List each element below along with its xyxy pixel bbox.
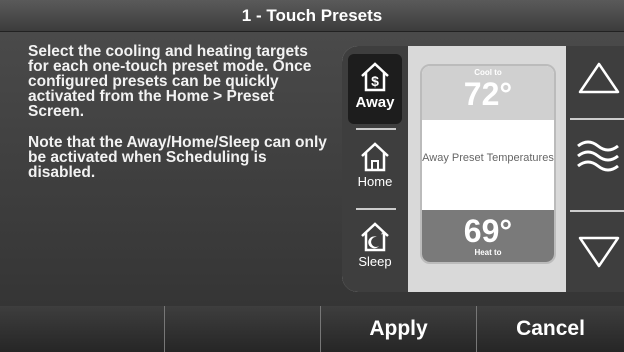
mode-selector: $ Away Home * Sleep [342,46,408,292]
heat-value: 69° [463,213,513,249]
instructions-text-2: Note that the Away/Home/Sleep can only b… [28,134,327,181]
up-arrow-icon [578,62,620,94]
instructions-text-1: Select the cooling and heating targets f… [28,43,312,120]
instructions: Select the cooling and heating targets f… [28,44,328,196]
cool-setpoint[interactable]: Cool to 72° [422,66,554,120]
content-area: Select the cooling and heating targets f… [0,32,624,306]
mode-away-label: Away [355,94,395,111]
dollar-house-icon: $ [361,62,389,92]
wave-icon [577,140,619,172]
increase-button[interactable] [566,52,624,107]
down-arrow-icon [578,236,620,268]
mode-divider [356,208,396,210]
svg-text:$: $ [371,73,379,89]
mode-divider [356,128,396,130]
temperature-card: Cool to 72° Away Preset Temperatures 69°… [420,64,556,264]
mode-home-label: Home [357,174,393,189]
preset-description: Away Preset Temperatures [422,152,554,164]
heat-setpoint[interactable]: 69° Heat to [422,210,554,262]
moon-house-icon: * [361,222,389,252]
mode-sleep-button[interactable]: * Sleep [348,214,402,284]
control-divider [570,210,624,212]
adjust-controls [566,46,624,292]
cancel-button[interactable]: Cancel [477,306,624,352]
preset-panel: $ Away Home * Sleep Cool to 72° Away Pre… [342,46,624,292]
apply-button[interactable]: Apply [321,306,477,352]
decrease-button[interactable] [566,228,624,283]
mode-home-button[interactable]: Home [348,134,402,204]
footer-button-2[interactable] [165,306,321,352]
heat-label: Heat to [474,248,502,257]
house-icon [361,142,389,172]
mode-sleep-label: Sleep [358,254,392,269]
footer-button-1[interactable] [0,306,165,352]
control-divider [570,118,624,120]
page-title: 1 - Touch Presets [0,0,624,32]
footer-bar: Apply Cancel [0,306,624,352]
fan-button[interactable] [566,132,624,187]
mode-away-button[interactable]: $ Away [348,54,402,124]
cool-value: 72° [463,76,513,112]
svg-text:*: * [381,232,384,239]
